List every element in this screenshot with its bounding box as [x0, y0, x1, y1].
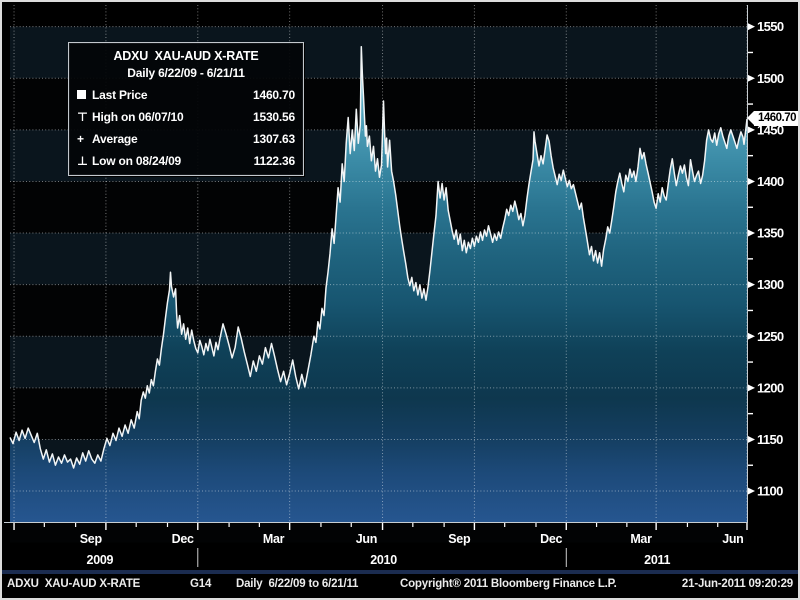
y-axis-label: 1250: [757, 329, 784, 344]
y-axis-tick-arrow: [748, 281, 755, 288]
y-axis-label: 1300: [757, 277, 784, 292]
y-axis-tick-arrow: [748, 178, 755, 185]
y-axis-tick-arrow: [748, 488, 755, 495]
y-axis-label: 1100: [757, 484, 783, 499]
chart-legend: ADXU XAU-AUD X-RATE Daily 6/22/09 - 6/21…: [68, 42, 304, 176]
x-axis-label: Mar: [630, 532, 652, 546]
status-page-code: G14: [190, 578, 211, 590]
legend-row-average: + Average 1307.63: [77, 132, 295, 146]
x-axis-label: Dec: [540, 532, 562, 546]
legend-value: 1530.56: [253, 110, 295, 124]
legend-value: 1122.36: [254, 154, 295, 168]
status-date-range: Daily 6/22/09 to 6/21/11: [236, 578, 358, 590]
legend-row-high: ⊤ High on 06/07/10 1530.56: [77, 110, 295, 124]
high-marker-icon: ⊤: [77, 112, 92, 122]
legend-title: ADXU XAU-AUD X-RATE: [77, 49, 295, 63]
average-marker-icon: +: [77, 134, 92, 144]
legend-value: 1307.63: [253, 132, 295, 146]
status-timestamp: 21-Jun-2011 09:20:29: [682, 578, 793, 590]
y-axis-tick-arrow: [748, 230, 755, 237]
bloomberg-chart-window: 1100115012001250130013501400145015001550…: [0, 0, 800, 600]
legend-row-last-price: Last Price 1460.70: [77, 88, 295, 102]
x-axis-label: Jun: [722, 532, 743, 546]
legend-value: 1460.70: [253, 88, 295, 102]
x-axis-label: Sep: [448, 532, 471, 546]
x-axis-label: Dec: [172, 532, 194, 546]
x-axis-label: Jun: [356, 532, 377, 546]
y-axis-tick-arrow: [748, 75, 755, 82]
x-axis-label: Sep: [80, 532, 103, 546]
y-axis-label: 1150: [757, 432, 783, 447]
legend-label: Average: [92, 132, 253, 146]
y-axis-tick-arrow: [748, 23, 755, 30]
legend-label: High on 06/07/10: [92, 110, 253, 124]
y-axis-label: 1500: [757, 71, 784, 86]
y-axis-tick-arrow: [748, 126, 755, 133]
legend-label: Low on 08/24/09: [92, 154, 254, 168]
x-axis-label: Mar: [263, 532, 285, 546]
year-label: 2011: [644, 553, 670, 567]
low-marker-icon: ⊥: [77, 156, 92, 166]
status-bar: ADXU XAU-AUD X-RATE G14 Daily 6/22/09 to…: [2, 574, 798, 596]
legend-label: Last Price: [92, 88, 253, 102]
y-axis-label: 1550: [757, 19, 784, 34]
legend-row-low: ⊥ Low on 08/24/09 1122.36: [77, 154, 295, 168]
y-axis-label: 1200: [757, 380, 784, 395]
y-axis-tick-arrow: [748, 436, 755, 443]
status-ticker: ADXU XAU-AUD X-RATE: [7, 578, 140, 590]
status-bar-divider: [2, 570, 798, 574]
y-axis-label: 1400: [757, 174, 784, 189]
year-label: 2010: [370, 553, 397, 567]
y-axis-label: 1350: [757, 226, 784, 241]
last-price-square-icon: [77, 90, 92, 100]
legend-period: Daily 6/22/09 - 6/21/11: [77, 66, 295, 80]
year-label: 2009: [87, 553, 114, 567]
y-axis-tick-arrow: [748, 384, 755, 391]
y-axis-tick-arrow: [748, 333, 755, 340]
status-copyright: Copyright® 2011 Bloomberg Finance L.P.: [400, 578, 617, 590]
last-price-tag: 1460.70: [754, 111, 800, 126]
